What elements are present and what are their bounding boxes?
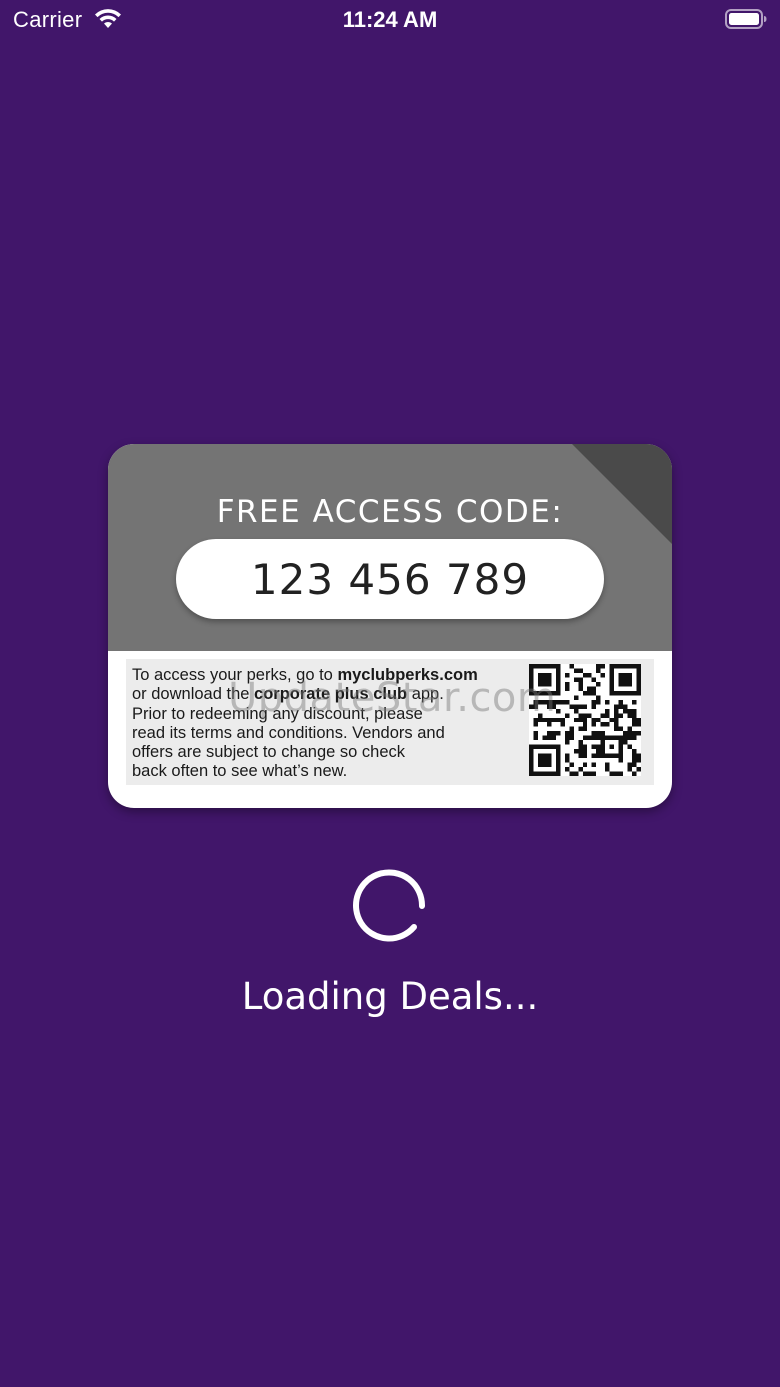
watermark-text: UpdateStar.com	[228, 675, 557, 721]
loading-text: Loading Deals...	[241, 975, 539, 1018]
battery-icon	[725, 9, 767, 29]
info-line-4: read its terms and conditions. Vendors a…	[132, 723, 445, 742]
info-line-5: offers are subject to change so check	[132, 743, 406, 762]
access-code-card: FREE ACCESS CODE: 123 456 789 To access …	[108, 444, 672, 808]
access-code-value: 123 456 789	[250, 555, 530, 604]
access-code-pill: 123 456 789	[176, 539, 604, 619]
spinner-icon	[353, 869, 426, 942]
status-bar: Carrier 11:24 AM	[0, 0, 780, 40]
card-header: FREE ACCESS CODE: 123 456 789	[108, 444, 672, 651]
info-line-6: back often to see what’s new.	[132, 762, 348, 781]
status-time: 11:24 AM	[342, 7, 438, 32]
card-heading: FREE ACCESS CODE:	[216, 494, 564, 530]
